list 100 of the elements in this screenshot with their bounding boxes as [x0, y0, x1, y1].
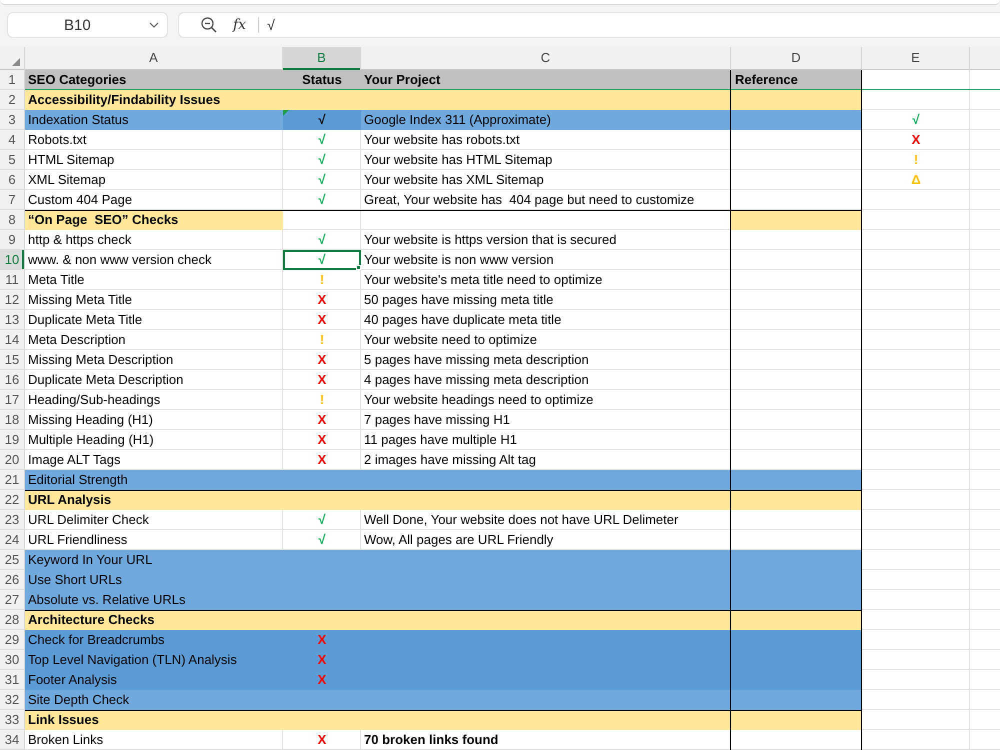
table-cell: √	[283, 250, 361, 270]
table-cell-text: URL Analysis	[27, 491, 112, 509]
table-cell-text: Broken Links	[27, 731, 104, 749]
table-cell: √	[283, 110, 361, 130]
table-cell-text: X	[316, 371, 328, 389]
table-cell-text: Check for Breadcrumbs	[27, 631, 166, 649]
row-number[interactable]: 15	[0, 350, 25, 370]
name-box[interactable]: B10	[7, 12, 168, 38]
row-number[interactable]: 17	[0, 390, 25, 410]
table-cell-text: √	[317, 171, 327, 189]
fill-handle-icon[interactable]	[356, 265, 361, 270]
table-cell-text: √	[317, 151, 327, 169]
table-cell-text: √	[317, 191, 327, 209]
row-number[interactable]: 24	[0, 530, 25, 550]
table-cell-text: X	[316, 671, 328, 689]
table-cell-text: !	[318, 391, 326, 409]
table-cell-text: X	[316, 411, 328, 429]
table-cell-text: Δ	[910, 171, 922, 189]
table-cell-text: Use Short URLs	[27, 571, 123, 589]
row-number[interactable]: 2	[0, 90, 25, 110]
table-cell-text: √	[317, 531, 327, 549]
column-header[interactable]: B	[283, 47, 361, 70]
table-cell-text: X	[316, 451, 328, 469]
row-number[interactable]: 26	[0, 570, 25, 590]
row-number[interactable]: 32	[0, 690, 25, 710]
table-cell-text: √	[317, 231, 327, 249]
table-cell-text: √	[317, 131, 327, 149]
table-cell-text: SEO Categories	[27, 71, 128, 89]
row-number[interactable]: 4	[0, 130, 25, 150]
table-cell-text: Link Issues	[27, 711, 100, 729]
row-number[interactable]: 7	[0, 190, 25, 210]
table-cell-text: Well Done, Your website does not have URL Delimeter	[363, 511, 680, 529]
table-cell-text: Architecture Checks	[27, 611, 156, 629]
row-number[interactable]: 20	[0, 450, 25, 470]
formula-input[interactable]: √	[267, 17, 275, 33]
zoom-out-icon[interactable]	[201, 17, 217, 33]
table-cell-text: Your website need to optimize	[363, 331, 538, 349]
table-cell-text: Indexation Status	[27, 111, 130, 129]
table-cell-text: Status	[301, 71, 343, 89]
table-cell-text: 7 pages have missing H1	[363, 411, 511, 429]
table-cell-text: http & https check	[27, 231, 132, 249]
table-cell-text: Duplicate Meta Title	[27, 311, 144, 329]
table-cell-text: !	[318, 271, 326, 289]
table-cell-text: Duplicate Meta Description	[27, 371, 184, 389]
table-cell-text: 5 pages have missing meta description	[363, 351, 590, 369]
table-cell-text: Top Level Navigation (TLN) Analysis	[27, 651, 238, 669]
table-cell-text: X	[910, 131, 922, 149]
row-number[interactable]: 11	[0, 270, 25, 290]
table-cell-text: Your website has HTML Sitemap	[363, 151, 554, 169]
table-cell-text: 70 broken links found	[363, 731, 500, 749]
row-number[interactable]: 16	[0, 370, 25, 390]
table-cell-text: Missing Meta Title	[27, 291, 134, 309]
row-number[interactable]: 8	[0, 210, 25, 230]
table-cell-text: 11 pages have multiple H1	[363, 431, 518, 449]
table-cell-text: Your website headings need to optimize	[363, 391, 594, 409]
table-cell-text: Your website is non www version	[363, 251, 555, 269]
chevron-icon[interactable]	[149, 22, 159, 28]
table-cell-text: X	[316, 291, 328, 309]
table-cell-text: X	[316, 311, 328, 329]
table-cell-text: Site Depth Check	[27, 691, 130, 709]
table-cell-text: Heading/Sub-headings	[27, 391, 162, 409]
row-number[interactable]: 1	[0, 70, 25, 90]
row-number[interactable]: 31	[0, 670, 25, 690]
row-number[interactable]: 13	[0, 310, 25, 330]
table-cell-text: Your website has XML Sitemap	[363, 171, 545, 189]
row-number[interactable]: 3	[0, 110, 25, 130]
corner-triangle-icon	[12, 58, 20, 66]
row-number[interactable]: 33	[0, 710, 25, 730]
row-number[interactable]: 27	[0, 590, 25, 610]
row-number[interactable]: 12	[0, 290, 25, 310]
row-number[interactable]: 9	[0, 230, 25, 250]
table-cell-text: X	[316, 631, 328, 649]
table-cell-text: Missing Heading (H1)	[27, 411, 154, 429]
row-number[interactable]: 23	[0, 510, 25, 530]
row-number[interactable]: 22	[0, 490, 25, 510]
table-cell-text: XML Sitemap	[27, 171, 107, 189]
row-number[interactable]: 18	[0, 410, 25, 430]
row-number[interactable]: 28	[0, 610, 25, 630]
table-cell-text: 2 images have missing Alt tag	[363, 451, 537, 469]
row-number[interactable]: 29	[0, 630, 25, 650]
row-number[interactable]: 14	[0, 330, 25, 350]
table-cell-text: Your website's meta title need to optimize	[363, 271, 604, 289]
row-number[interactable]: 10	[0, 250, 25, 270]
table-cell-text: Wow, All pages are URL Friendly	[363, 531, 554, 549]
table-cell-text: Robots.txt	[27, 131, 88, 149]
table-cell-text: Great, Your website has 404 page but need to customize	[363, 191, 696, 209]
row-number[interactable]: 21	[0, 470, 25, 490]
table-cell-text: X	[316, 731, 328, 749]
row-number[interactable]: 34	[0, 730, 25, 750]
row-number[interactable]: 6	[0, 170, 25, 190]
table-cell-text: !	[318, 331, 326, 349]
table-cell-text: “On Page SEO” Checks	[27, 211, 180, 229]
row-number[interactable]: 19	[0, 430, 25, 450]
row-number[interactable]: 30	[0, 650, 25, 670]
row-number[interactable]: 5	[0, 150, 25, 170]
table-cell-text: www. & non www version check	[27, 251, 213, 269]
row-number[interactable]: 25	[0, 550, 25, 570]
insert-function-button[interactable]: fx	[233, 17, 246, 33]
table-cell-text: Footer Analysis	[27, 671, 118, 689]
table-cell-text: √	[317, 511, 327, 529]
